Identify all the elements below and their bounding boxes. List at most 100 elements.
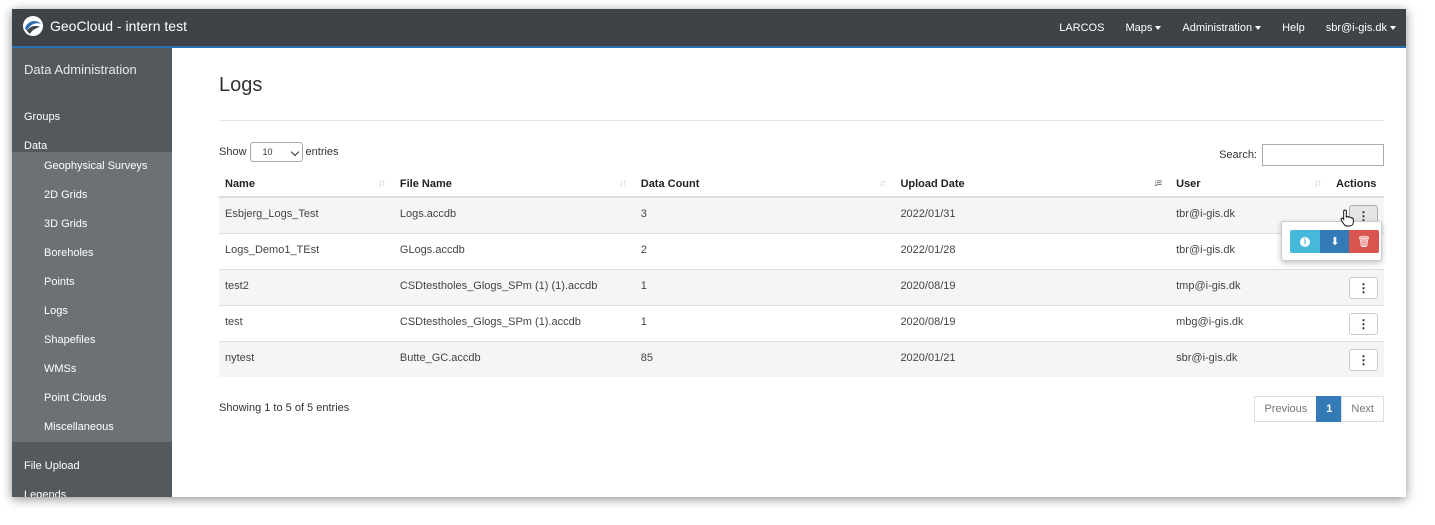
table-row: nytest Butte_GC.accdb 85 2020/01/21 sbr@… bbox=[219, 340, 1384, 377]
sidebar-item-shapefiles[interactable]: Shapefiles bbox=[12, 326, 172, 355]
nav-item-larcos[interactable]: LARCOS bbox=[1059, 22, 1104, 34]
sort-icon: ↓↑ bbox=[618, 178, 627, 189]
column-header-upload-date[interactable]: Upload Date ↓≡ bbox=[894, 172, 1171, 198]
info-icon: i bbox=[1300, 236, 1310, 247]
cell-actions: ⋮ bbox=[1330, 340, 1384, 377]
page-button-1[interactable]: 1 bbox=[1316, 396, 1343, 422]
sidebar-item-geophysical-surveys[interactable]: Geophysical Surveys bbox=[12, 152, 172, 181]
nav-item-help[interactable]: Help bbox=[1282, 22, 1305, 34]
cell-name: nytest bbox=[219, 340, 394, 377]
info-button[interactable]: i bbox=[1290, 230, 1320, 253]
entries-select[interactable]: 10 bbox=[249, 142, 303, 162]
app-title: GeoCloud - intern test bbox=[50, 18, 187, 34]
column-header-actions: Actions bbox=[1330, 172, 1384, 198]
cell-user: mbg@i-gis.dk bbox=[1170, 304, 1330, 341]
cell-data-count: 1 bbox=[634, 268, 895, 305]
cell-upload-date: 2022/01/28 bbox=[894, 232, 1171, 269]
column-header-name[interactable]: Name ↓↑ bbox=[219, 172, 394, 198]
sidebar-item-groups[interactable]: Groups bbox=[12, 103, 172, 132]
nav-label: Maps bbox=[1125, 21, 1153, 34]
sidebar-item-3d-grids[interactable]: 3D Grids bbox=[12, 210, 172, 239]
sidebar-heading: Data Administration bbox=[24, 62, 137, 77]
next-page-button[interactable]: Next bbox=[1341, 396, 1384, 422]
brand[interactable]: GeoCloud - intern test bbox=[22, 15, 187, 37]
cell-file-name: Butte_GC.accdb bbox=[393, 340, 635, 377]
cell-user: tmp@i-gis.dk bbox=[1170, 268, 1330, 305]
sort-icon: ↓↑ bbox=[1314, 178, 1322, 189]
entries-label: entries bbox=[305, 146, 339, 158]
more-vertical-icon: ⋮ bbox=[1357, 280, 1370, 295]
sidebar-item-points[interactable]: Points bbox=[12, 268, 172, 297]
cell-data-count: 85 bbox=[634, 340, 895, 377]
nav-label: sbr@i-gis.dk bbox=[1325, 21, 1387, 34]
page-title: Logs bbox=[219, 74, 263, 96]
caret-down-icon bbox=[1390, 25, 1396, 30]
chevron-down-icon bbox=[290, 147, 299, 157]
sidebar-item-logs[interactable]: Logs bbox=[12, 297, 172, 326]
delete-button[interactable]: 🗑 bbox=[1349, 230, 1379, 253]
sort-icon: ↓↑ bbox=[377, 178, 386, 189]
actions-menu-button[interactable]: ⋮ bbox=[1349, 312, 1378, 335]
table-header-row: Name ↓↑ File Name ↓↑ Data Count ↓↑ Upload D… bbox=[219, 172, 1384, 198]
cloud-download-icon: ⬇ bbox=[1330, 236, 1340, 248]
show-label: Show bbox=[219, 146, 247, 158]
table-row: test2 CSDtestholes_Glogs_SPm (1) (1).acc… bbox=[219, 268, 1384, 305]
cell-file-name: CSDtestholes_Glogs_SPm (1) (1).accdb bbox=[393, 268, 635, 305]
column-header-user[interactable]: User ↓↑ bbox=[1170, 172, 1330, 198]
nav-label: Help bbox=[1282, 21, 1305, 34]
cell-actions: ⋮ bbox=[1330, 304, 1384, 341]
browser-window: GeoCloud - intern test LARCOS Maps Admin… bbox=[12, 9, 1406, 497]
column-label: Actions bbox=[1336, 178, 1377, 190]
caret-down-icon bbox=[1155, 25, 1162, 30]
sidebar-item-boreholes[interactable]: Boreholes bbox=[12, 239, 172, 268]
caret-down-icon bbox=[1255, 25, 1262, 30]
cell-data-count: 2 bbox=[634, 232, 895, 269]
main-content: Logs Show 10 entries Search: Name ↓↑ File… bbox=[172, 48, 1406, 497]
nav-menu: LARCOS Maps Administration Help sbr@i-gi… bbox=[1038, 9, 1396, 46]
search-control: Search: bbox=[1219, 144, 1384, 166]
top-navbar: GeoCloud - intern test LARCOS Maps Admin… bbox=[12, 9, 1406, 48]
sidebar-item-legends[interactable]: Legends bbox=[12, 481, 172, 497]
cell-file-name: CSDtestholes_Glogs_SPm (1).accdb bbox=[393, 304, 635, 341]
cell-file-name: Logs.accdb bbox=[393, 196, 635, 233]
sidebar-item-wmss[interactable]: WMSs bbox=[12, 355, 172, 384]
more-vertical-icon: ⋮ bbox=[1357, 316, 1370, 331]
column-label: User bbox=[1176, 178, 1201, 190]
geocloud-logo-icon bbox=[23, 16, 43, 36]
previous-page-button[interactable]: Previous bbox=[1254, 396, 1318, 422]
sidebar-item-point-clouds[interactable]: Point Clouds bbox=[12, 384, 172, 413]
table-row: Logs_Demo1_TEst GLogs.accdb 2 2022/01/28… bbox=[219, 232, 1384, 269]
cell-file-name: GLogs.accdb bbox=[393, 232, 635, 269]
cell-upload-date: 2020/08/19 bbox=[894, 268, 1171, 305]
cell-upload-date: 2022/01/31 bbox=[894, 196, 1171, 233]
cell-name: Logs_Demo1_TEst bbox=[219, 232, 394, 269]
actions-menu-button[interactable]: ⋮ bbox=[1349, 348, 1378, 371]
trash-icon: 🗑 bbox=[1357, 236, 1371, 248]
nav-item-administration[interactable]: Administration bbox=[1182, 21, 1262, 34]
column-label: Upload Date bbox=[900, 178, 965, 190]
nav-item-user[interactable]: sbr@i-gis.dk bbox=[1326, 22, 1396, 34]
sidebar-item-file-upload[interactable]: File Upload bbox=[12, 452, 172, 481]
cell-name: test bbox=[219, 304, 394, 341]
table-row: test CSDtestholes_Glogs_SPm (1).accdb 1 … bbox=[219, 304, 1384, 341]
sort-descending-icon: ↓≡ bbox=[1153, 178, 1162, 189]
sidebar-submenu: Geophysical Surveys 2D Grids 3D Grids Bo… bbox=[12, 152, 172, 442]
nav-item-maps[interactable]: Maps bbox=[1125, 21, 1162, 34]
column-header-data-count[interactable]: Data Count ↓↑ bbox=[634, 172, 895, 198]
nav-label: LARCOS bbox=[1059, 21, 1105, 34]
cell-upload-date: 2020/01/21 bbox=[894, 340, 1171, 377]
table-info: Showing 1 to 5 of 5 entries bbox=[219, 402, 350, 414]
column-label: File Name bbox=[399, 178, 452, 190]
cell-data-count: 1 bbox=[634, 304, 895, 341]
actions-menu-button[interactable]: ⋮ bbox=[1349, 276, 1378, 299]
nav-label: Administration bbox=[1182, 21, 1253, 34]
download-button[interactable]: ⬇ bbox=[1320, 230, 1350, 253]
sidebar-item-miscellaneous[interactable]: Miscellaneous bbox=[12, 413, 172, 442]
cell-name: test2 bbox=[219, 268, 394, 305]
search-input[interactable] bbox=[1262, 144, 1384, 166]
entries-select-value: 10 bbox=[262, 147, 273, 157]
column-header-file-name[interactable]: File Name ↓↑ bbox=[393, 172, 635, 198]
sidebar-item-2d-grids[interactable]: 2D Grids bbox=[12, 181, 172, 210]
sidebar: Data Administration Groups Data Geophysi… bbox=[12, 48, 172, 497]
hand-pointer-icon bbox=[1340, 209, 1354, 227]
